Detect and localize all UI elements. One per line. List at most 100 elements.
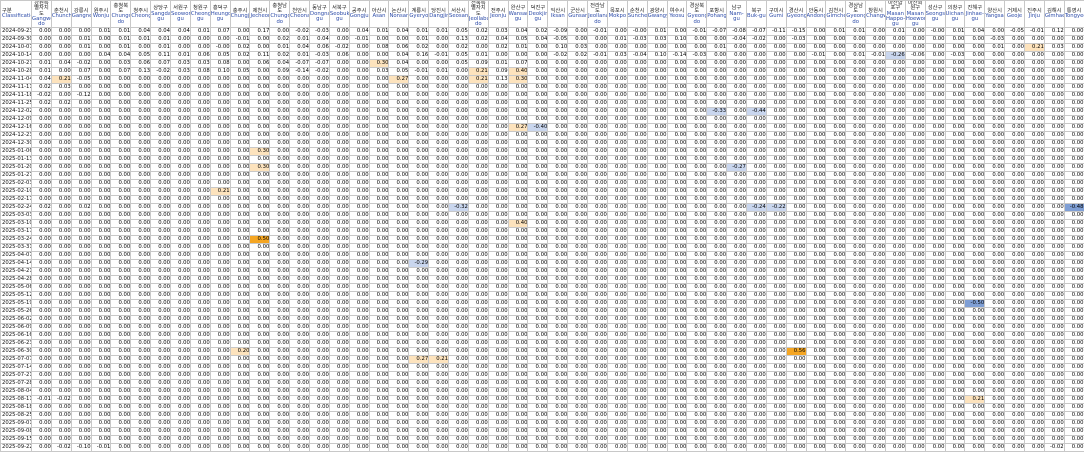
table-cell: 0.00 <box>745 99 767 109</box>
table-cell: 0.00 <box>666 427 688 437</box>
table-cell: 0.00 <box>170 331 191 341</box>
table-cell: 0.00 <box>825 67 847 77</box>
table-cell: 0.00 <box>428 275 450 285</box>
column-header-en: Masan Hoewon-gu <box>905 10 924 28</box>
table-cell: 0.00 <box>964 155 986 165</box>
table-cell: 0.00 <box>845 91 867 101</box>
table-cell: 0.00 <box>209 331 231 341</box>
table-cell: 0.00 <box>229 371 251 381</box>
table-cell: 0.00 <box>1043 299 1065 309</box>
table-cell: 0.00 <box>944 443 966 453</box>
table-cell: 0.00 <box>249 395 271 405</box>
table-cell: 0.00 <box>328 379 350 389</box>
table-cell: 0.00 <box>150 243 172 253</box>
table-cell: 0.00 <box>289 283 311 293</box>
table-cell: 0.00 <box>328 203 350 213</box>
table-cell: 0.00 <box>170 403 191 413</box>
table-cell: 0.00 <box>467 443 489 453</box>
table-cell: 0.00 <box>745 395 767 405</box>
table-cell: 0.00 <box>309 147 330 157</box>
table-cell: 0.00 <box>1063 355 1084 365</box>
table-cell: 0.00 <box>309 299 330 309</box>
table-cell: 0.00 <box>31 163 52 173</box>
table-cell: 0.00 <box>388 83 410 93</box>
table-cell: 0.00 <box>170 323 191 333</box>
table-cell: 0.00 <box>666 267 688 277</box>
table-cell: 0.00 <box>587 443 608 453</box>
table-cell: 0.00 <box>348 51 370 61</box>
table-cell: 0.00 <box>269 179 291 189</box>
table-cell: 0.00 <box>189 403 211 413</box>
table-cell: 0.10 <box>547 43 569 53</box>
table-cell: 0.00 <box>1023 403 1045 413</box>
table-cell: 0.00 <box>209 347 231 357</box>
table-cell: 0.00 <box>189 35 211 45</box>
table-cell: 0.00 <box>845 43 867 53</box>
table-cell: 0.00 <box>348 203 370 213</box>
table-cell: 0.06 <box>328 51 350 61</box>
table-cell: 0.00 <box>289 115 311 125</box>
table-cell: 0.00 <box>388 139 410 149</box>
table-cell: 0.01 <box>428 67 450 77</box>
table-cell: 0.00 <box>368 347 390 357</box>
table-cell: 0.00 <box>686 43 708 53</box>
table-cell: 0.00 <box>507 171 529 181</box>
table-cell: 0.00 <box>1023 75 1045 85</box>
table-cell: 0.00 <box>189 115 211 125</box>
table-cell: 0.00 <box>408 395 430 405</box>
table-cell: 0.00 <box>587 267 608 277</box>
table-cell: 0.00 <box>527 139 549 149</box>
table-cell: 0.00 <box>487 331 509 341</box>
table-cell: -0.14 <box>289 67 311 77</box>
table-cell: 0.00 <box>1063 99 1084 109</box>
table-cell: 0.00 <box>785 211 807 221</box>
table-cell: 0.00 <box>1043 371 1065 381</box>
table-cell: 0.00 <box>1063 155 1084 165</box>
table-cell: 0.00 <box>666 107 688 117</box>
table-cell: 0.00 <box>785 283 807 293</box>
table-cell: 0.00 <box>845 299 867 309</box>
column-header-en: Jecheon <box>250 13 270 20</box>
table-cell: 0.00 <box>90 171 112 181</box>
table-cell: 0.00 <box>646 315 668 325</box>
table-cell: 0.00 <box>309 75 330 85</box>
table-cell: 0.00 <box>428 243 450 253</box>
table-cell: 0.00 <box>348 83 370 93</box>
table-cell: 0.00 <box>448 339 469 349</box>
table-cell: 0.00 <box>189 251 211 261</box>
table-row: 2025-06-02 0.00 0.00 0.00 0.00 0.00 0.00 0.00 0.… <box>0 315 1084 325</box>
table-cell: 0.00 <box>388 419 410 429</box>
table-cell: 0.01 <box>408 35 430 45</box>
table-cell: 0.00 <box>348 139 370 149</box>
table-cell: 0.00 <box>924 267 946 277</box>
table-cell: 0.03 <box>189 59 211 69</box>
table-cell: 0.00 <box>964 243 986 253</box>
table-cell: 0.00 <box>527 163 549 173</box>
table-cell: 0.17 <box>249 27 271 37</box>
table-cell: 0.00 <box>765 275 787 285</box>
table-cell: 0.00 <box>865 27 886 37</box>
table-cell: 0.00 <box>189 259 211 269</box>
table-cell: 0.40 <box>507 67 529 77</box>
table-cell: 0.00 <box>70 179 92 189</box>
table-cell: 0.00 <box>904 435 926 445</box>
table-cell: 0.00 <box>884 123 906 133</box>
table-cell: 0.00 <box>90 211 112 221</box>
table-cell: 0.00 <box>865 131 886 141</box>
table-cell: 0.00 <box>487 355 509 365</box>
table-cell: -0.01 <box>686 27 708 37</box>
table-cell: 0.00 <box>289 155 311 165</box>
table-cell: 0.00 <box>964 35 986 45</box>
table-cell: 0.00 <box>31 251 52 261</box>
table-cell: 0.00 <box>448 267 469 277</box>
table-cell: 0.00 <box>408 219 430 229</box>
table-cell: 0.00 <box>825 275 847 285</box>
column-header: 아산시 Asan <box>368 0 390 29</box>
table-cell: 0.00 <box>130 283 152 293</box>
table-cell: 0.00 <box>567 107 589 117</box>
table-cell: 0.00 <box>527 171 549 181</box>
table-cell: -0.02 <box>1043 443 1065 453</box>
table-cell: 0.00 <box>984 147 1006 157</box>
table-row: 2024-12-23 0.00 0.00 0.00 0.00 0.00 0.00 0.00 0.… <box>0 131 1084 141</box>
table-cell: 0.00 <box>964 43 986 53</box>
